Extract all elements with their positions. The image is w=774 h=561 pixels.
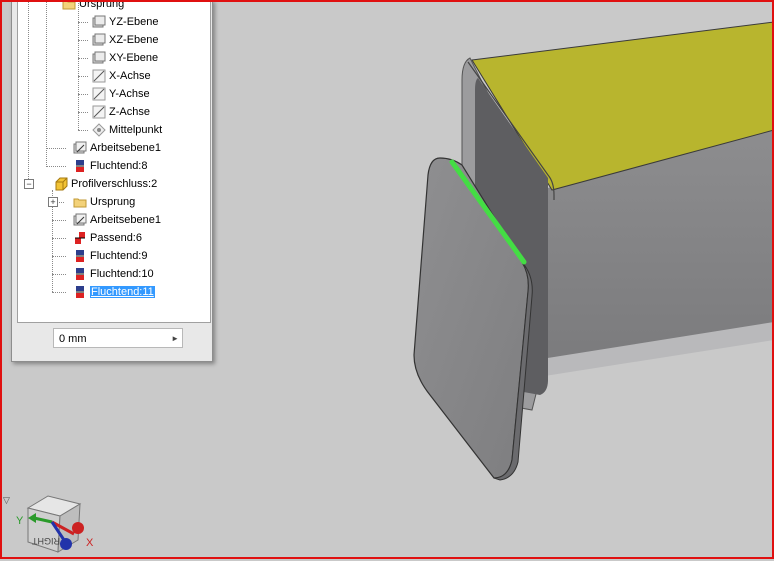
mate-constraint-icon <box>73 231 87 245</box>
tree-item-label: Ursprung <box>90 196 136 208</box>
tree-item-yz-ebene[interactable]: YZ-Ebene <box>92 13 159 31</box>
flush-constraint-icon <box>73 267 87 281</box>
tree-item-ursprung-2[interactable]: Ursprung <box>73 193 135 211</box>
tree-item-label: XY-Ebene <box>109 52 159 64</box>
tree-item-xy-ebene[interactable]: XY-Ebene <box>92 49 158 67</box>
plane-icon <box>92 33 106 47</box>
tree-item-fluchtend-10[interactable]: Fluchtend:10 <box>73 265 154 283</box>
folder-icon <box>73 195 87 209</box>
viewcube-axis-y-label: Y <box>16 515 24 527</box>
tree-item-label: Profilverschluss:2 <box>71 178 158 190</box>
tree-item-fluchtend-9[interactable]: Fluchtend:9 <box>73 247 147 265</box>
flush-constraint-icon <box>73 159 87 173</box>
tree-item-profilverschluss-2[interactable]: Profilverschluss:2 <box>54 175 157 193</box>
model-browser-panel[interactable]: − + Ursprung YZ-Ebene XZ-Ebene XY-Ebene … <box>11 0 213 362</box>
tree-item-mittelpunkt[interactable]: Mittelpunkt <box>92 121 162 139</box>
offset-value-text: 0 mm <box>59 333 87 345</box>
tree-item-label: Arbeitsebene1 <box>90 142 161 154</box>
tree-item-label: Ursprung <box>79 0 125 10</box>
chevron-right-icon[interactable]: ► <box>171 329 179 349</box>
axis-icon <box>92 87 106 101</box>
tree-item-arbeitsebene1-2[interactable]: Arbeitsebene1 <box>73 211 161 229</box>
browser-tree[interactable]: − + Ursprung YZ-Ebene XZ-Ebene XY-Ebene … <box>17 0 211 323</box>
tree-item-ursprung-1[interactable]: Ursprung <box>62 0 124 13</box>
tree-item-label: Z-Achse <box>109 106 150 118</box>
tree-item-label: XZ-Ebene <box>109 34 159 46</box>
tree-item-label: X-Achse <box>109 70 151 82</box>
folder-icon <box>62 0 76 11</box>
flush-constraint-icon <box>73 249 87 263</box>
expand-ursprung-toggle[interactable]: + <box>48 197 58 207</box>
axis-icon <box>92 69 106 83</box>
tree-item-label: Passend:6 <box>90 232 142 244</box>
tree-item-y-achse[interactable]: Y-Achse <box>92 85 150 103</box>
tree-item-x-achse[interactable]: X-Achse <box>92 67 151 85</box>
tree-item-fluchtend-11[interactable]: Fluchtend:11 <box>73 283 155 301</box>
offset-value-input[interactable]: 0 mm ► <box>53 328 183 348</box>
viewcube[interactable]: RIGHT Y X <box>14 494 100 556</box>
browser-bottom-bar: 0 mm ► <box>17 323 209 357</box>
tree-item-label: Arbeitsebene1 <box>90 214 161 226</box>
tree-item-label: Y-Achse <box>109 88 150 100</box>
axis-icon <box>92 105 106 119</box>
tree-item-label: Fluchtend:8 <box>90 160 148 172</box>
viewcube-axis-x-label: X <box>86 537 94 549</box>
tree-item-xz-ebene[interactable]: XZ-Ebene <box>92 31 159 49</box>
work-plane-icon <box>73 213 87 227</box>
tree-item-label: Mittelpunkt <box>109 124 163 136</box>
tree-item-label: Fluchtend:9 <box>90 250 148 262</box>
viewcube-face-label: RIGHT <box>32 536 61 546</box>
tree-item-z-achse[interactable]: Z-Achse <box>92 103 150 121</box>
tree-item-arbeitsebene1-1[interactable]: Arbeitsebene1 <box>73 139 161 157</box>
tree-item-fluchtend-8[interactable]: Fluchtend:8 <box>73 157 147 175</box>
tree-item-passend-6[interactable]: Passend:6 <box>73 229 142 247</box>
plane-icon <box>92 51 106 65</box>
collapse-profilverschluss-toggle[interactable]: − <box>24 179 34 189</box>
tree-item-label: YZ-Ebene <box>109 16 159 28</box>
viewcube-menu-arrow-icon[interactable]: ▽ <box>3 495 10 506</box>
work-plane-icon <box>73 141 87 155</box>
plane-icon <box>92 15 106 29</box>
center-point-icon <box>92 123 106 137</box>
tree-item-label-selected: Fluchtend:11 <box>90 286 155 298</box>
flush-constraint-icon <box>73 285 87 299</box>
tree-item-label: Fluchtend:10 <box>90 268 154 280</box>
part-icon <box>54 177 68 191</box>
